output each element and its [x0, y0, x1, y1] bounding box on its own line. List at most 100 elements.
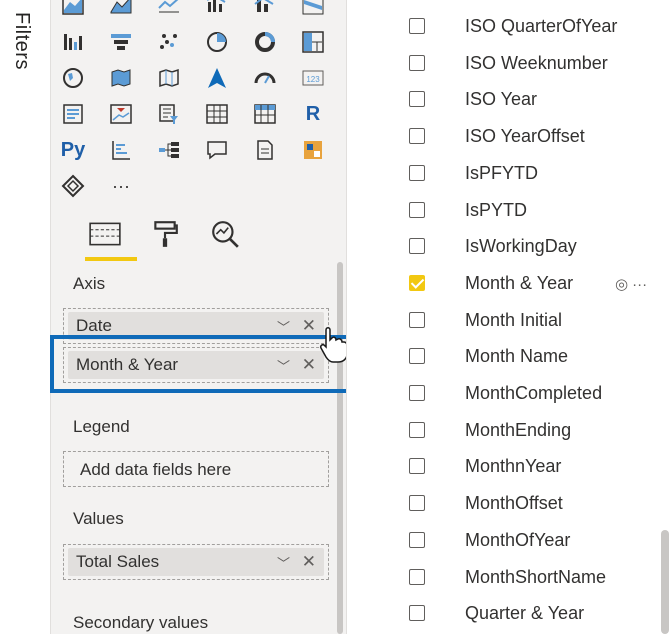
scatter-chart-icon[interactable]: [155, 28, 183, 56]
chevron-down-icon[interactable]: ﹀: [277, 553, 290, 572]
stacked-area-chart-icon[interactable]: [59, 0, 87, 18]
filled-map-icon[interactable]: [107, 64, 135, 92]
field-checkbox[interactable]: [409, 568, 425, 585]
azure-map-icon[interactable]: [203, 64, 231, 92]
qa-icon[interactable]: [203, 136, 231, 164]
card-icon[interactable]: 123: [299, 64, 327, 92]
field-row[interactable]: Month Initial: [347, 304, 670, 340]
r-visual-icon[interactable]: R: [299, 100, 327, 128]
visibility-icon[interactable]: ◎: [615, 276, 628, 293]
field-name: MonthShortName: [465, 566, 607, 587]
field-checkbox[interactable]: [409, 531, 425, 548]
kpi-icon[interactable]: [107, 100, 135, 128]
field-checkbox[interactable]: [409, 348, 425, 365]
map-icon[interactable]: [59, 64, 87, 92]
legend-placeholder: Add data fields here: [80, 460, 232, 479]
more-options-icon[interactable]: ···: [632, 276, 647, 293]
values-well[interactable]: Total Sales ﹀ ✕: [63, 544, 329, 580]
field-checkbox[interactable]: [409, 201, 425, 218]
field-name: MonthEnding: [465, 419, 572, 440]
field-checkbox[interactable]: [409, 605, 425, 622]
chevron-down-icon[interactable]: ﹀: [277, 317, 290, 336]
field-name: MonthnYear: [465, 456, 562, 477]
pie-chart-icon[interactable]: [203, 28, 231, 56]
field-row[interactable]: ISO YearOffset: [347, 120, 670, 156]
values-field-total-sales[interactable]: Total Sales ﹀ ✕: [68, 548, 324, 576]
field-row[interactable]: Quarter & Year: [347, 597, 670, 633]
remove-field-icon[interactable]: ✕: [302, 552, 316, 572]
field-checkbox[interactable]: [409, 385, 425, 401]
more-visuals-icon[interactable]: ···: [107, 172, 135, 200]
field-row[interactable]: IsPYTD: [347, 194, 670, 230]
filters-label: Filters: [11, 12, 33, 70]
field-row[interactable]: MonthEnding: [347, 414, 670, 450]
matrix-icon[interactable]: [251, 100, 279, 128]
field-checkbox[interactable]: [409, 495, 425, 512]
fields-pane-scrollbar[interactable]: [661, 530, 669, 634]
field-name: Month & Year: [465, 272, 574, 293]
remove-field-icon[interactable]: ✕: [302, 316, 316, 336]
field-row[interactable]: ISO Weeknumber: [347, 47, 670, 83]
field-checkbox[interactable]: [409, 458, 425, 475]
table-icon[interactable]: [203, 100, 231, 128]
field-row[interactable]: MonthOffset: [347, 487, 670, 523]
area-chart-icon[interactable]: [107, 0, 135, 18]
field-row[interactable]: ISO QuarterOfYear: [347, 10, 670, 46]
secondary-values-label: Secondary values: [73, 613, 209, 632]
legend-label: Legend: [73, 417, 130, 436]
legend-well[interactable]: Add data fields here: [63, 451, 329, 487]
decomposition-tree-icon[interactable]: [155, 136, 183, 164]
field-checkbox[interactable]: [409, 91, 425, 108]
line-chart-icon[interactable]: [155, 0, 183, 18]
field-row[interactable]: MonthnYear: [347, 450, 670, 486]
gauge-icon[interactable]: [251, 64, 279, 92]
field-checkbox[interactable]: [409, 18, 425, 34]
field-checkbox[interactable]: [409, 54, 425, 71]
card-icon-text: 123: [306, 75, 320, 84]
axis-label: Axis: [73, 274, 106, 293]
field-checkbox[interactable]: [409, 164, 425, 181]
fields-tab[interactable]: [83, 212, 127, 256]
field-row[interactable]: MonthCompleted: [347, 377, 670, 413]
funnel-chart-icon[interactable]: [107, 28, 135, 56]
field-row[interactable]: IsWorkingDay: [347, 230, 670, 266]
field-checkbox[interactable]: [409, 421, 425, 438]
filters-pane-collapsed[interactable]: Filters: [0, 0, 50, 634]
field-name: MonthOfYear: [465, 529, 571, 550]
field-name: ISO QuarterOfYear: [465, 16, 618, 36]
values-label: Values: [73, 509, 124, 528]
field-name: Quarter & Year: [465, 603, 585, 624]
field-checkbox[interactable]: [409, 311, 425, 328]
multi-row-card-icon[interactable]: [59, 100, 87, 128]
ribbon-chart-icon[interactable]: [299, 0, 327, 18]
donut-chart-icon[interactable]: [251, 28, 279, 56]
visual-pane-scrollbar[interactable]: [337, 262, 343, 634]
analytics-tab[interactable]: [203, 212, 247, 256]
fields-pane: ISO QuarterOfYear ISO Weeknumber ISO Year I…: [346, 0, 670, 634]
format-tab[interactable]: [143, 212, 187, 256]
waterfall-chart-icon[interactable]: [59, 28, 87, 56]
field-name: Month Name: [465, 346, 569, 367]
field-row[interactable]: MonthShortName: [347, 561, 670, 597]
visual-pane-tabs: [71, 212, 301, 262]
field-row[interactable]: Month & Year ◎ ···: [347, 267, 670, 303]
field-row[interactable]: Month Name: [347, 340, 670, 376]
paginated-report-icon[interactable]: [299, 136, 327, 164]
field-row[interactable]: IsPFYTD: [347, 157, 670, 193]
values-field-total-sales-label: Total Sales: [76, 552, 160, 571]
treemap-icon[interactable]: [299, 28, 327, 56]
field-checkbox[interactable]: [409, 128, 425, 145]
visualizations-pane: 123 R Py ··· Axis Date ﹀ ✕ Month & Year …: [50, 0, 347, 634]
field-checkbox[interactable]: [409, 274, 425, 291]
shape-map-icon[interactable]: [155, 64, 183, 92]
line-stacked-column-icon[interactable]: [251, 0, 279, 18]
field-row[interactable]: ISO Year: [347, 83, 670, 119]
power-apps-icon[interactable]: [59, 172, 87, 200]
smart-narrative-icon[interactable]: [251, 136, 279, 164]
line-clustered-column-icon[interactable]: [203, 0, 231, 18]
field-row[interactable]: MonthOfYear: [347, 524, 670, 560]
key-influencers-icon[interactable]: [107, 136, 135, 164]
field-checkbox[interactable]: [409, 238, 425, 255]
python-visual-icon[interactable]: Py: [59, 136, 87, 164]
slicer-icon[interactable]: [155, 100, 183, 128]
